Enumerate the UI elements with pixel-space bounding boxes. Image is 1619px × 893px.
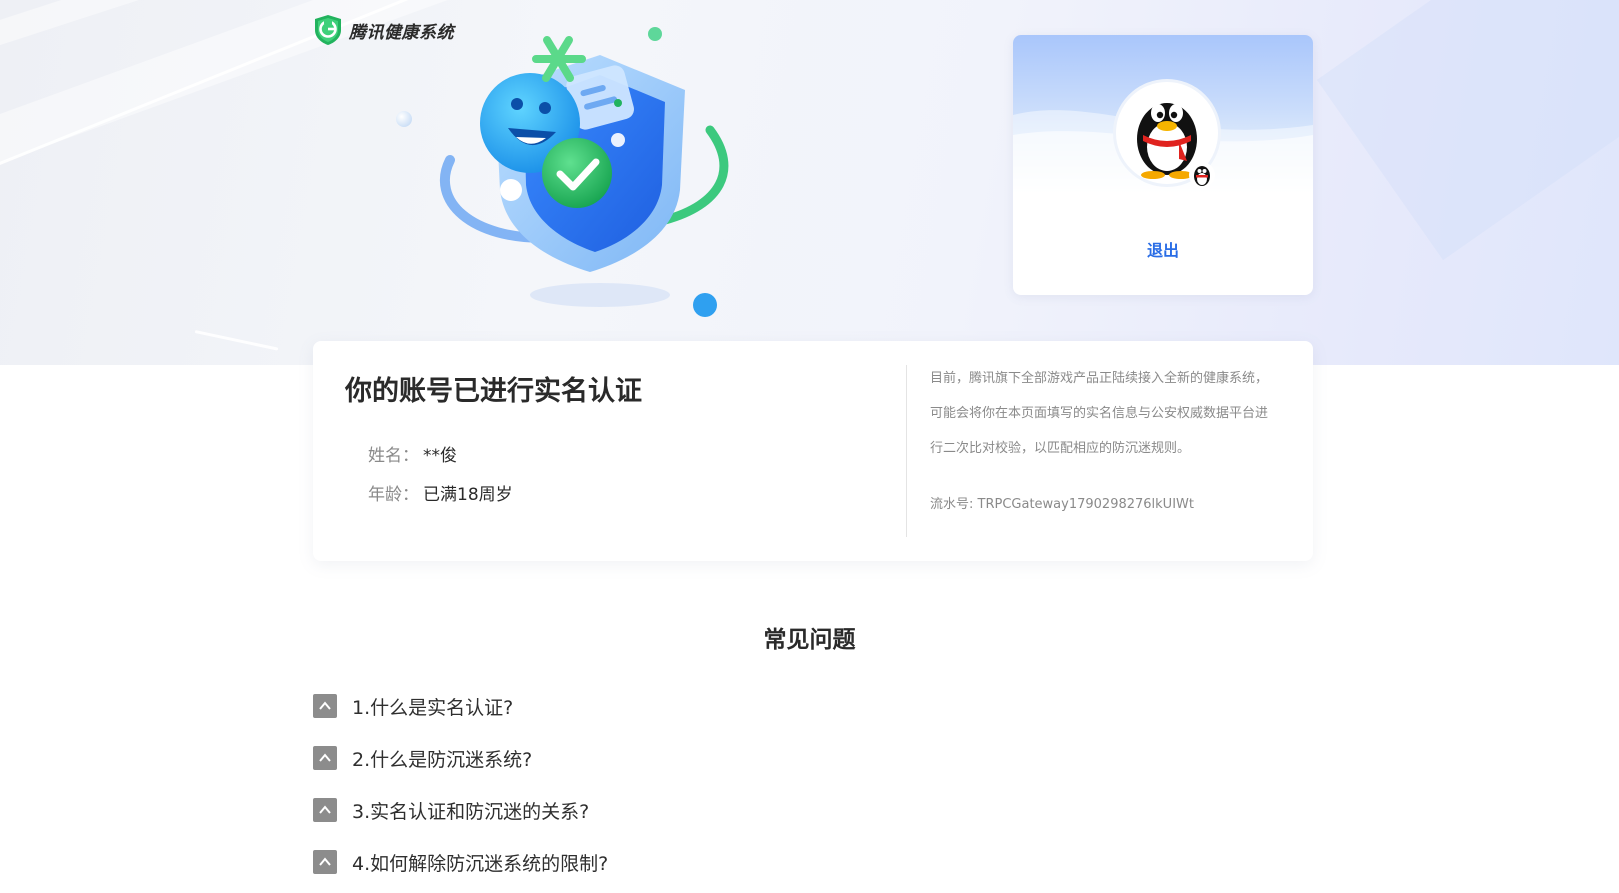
qq-penguin-badge-icon [1189, 162, 1215, 188]
name-value: **俊 [423, 446, 457, 466]
faq-question[interactable]: 4.如何解除防沉迷系统的限制? [352, 849, 608, 876]
faq-title: 常见问题 [763, 627, 856, 653]
logout-button[interactable]: 退出 [1013, 237, 1313, 261]
chevron-up-icon[interactable] [313, 746, 337, 770]
hero-decor-streak [194, 330, 279, 351]
age-row: 年龄： 已满18周岁 [368, 480, 513, 505]
chevron-up-icon[interactable] [313, 694, 337, 718]
faq-item[interactable]: 3.实名认证和防沉迷的关系? [313, 784, 1313, 836]
name-row: 姓名： **俊 [368, 441, 457, 466]
hero-decor-band [1316, 0, 1619, 261]
hero-banner: 腾讯健康系统 [0, 0, 1619, 365]
card-divider [906, 365, 907, 537]
chevron-up-icon[interactable] [313, 798, 337, 822]
faq-item[interactable]: 2.什么是防沉迷系统? [313, 732, 1313, 784]
security-shield-illustration [440, 27, 729, 317]
faq-question[interactable]: 2.什么是防沉迷系统? [352, 745, 532, 772]
age-label: 年龄： [368, 485, 419, 505]
verification-title: 你的账号已进行实名认证 [345, 376, 642, 407]
faq-question[interactable]: 1.什么是实名认证? [352, 693, 513, 720]
faq-list: 1.什么是实名认证? 2.什么是防沉迷系统? 3.实名认证和防沉迷的关系? 4.… [313, 680, 1313, 888]
faq-item[interactable]: 1.什么是实名认证? [313, 680, 1313, 732]
serial-number: 流水号: TRPCGateway1790298276lkUIWt [930, 493, 1194, 512]
age-value: 已满18周岁 [423, 485, 513, 505]
profile-card: 退出 [1013, 35, 1313, 295]
shield-g-logo-icon [315, 15, 341, 45]
faq-question[interactable]: 3.实名认证和防沉迷的关系? [352, 797, 589, 824]
verification-card: 你的账号已进行实名认证 姓名： **俊 年龄： 已满18周岁 目前，腾讯旗下全部… [313, 341, 1313, 561]
name-label: 姓名： [368, 446, 419, 466]
chevron-up-icon[interactable] [313, 850, 337, 874]
serial-value: TRPCGateway1790298276lkUIWt [977, 497, 1194, 512]
health-system-notice: 目前，腾讯旗下全部游戏产品正陆续接入全新的健康系统，可能会将你在本页面填写的实名… [930, 371, 1269, 456]
hero-bubble-decor [396, 111, 412, 127]
faq-item[interactable]: 4.如何解除防沉迷系统的限制? [313, 836, 1313, 888]
serial-label: 流水号: [930, 497, 978, 512]
